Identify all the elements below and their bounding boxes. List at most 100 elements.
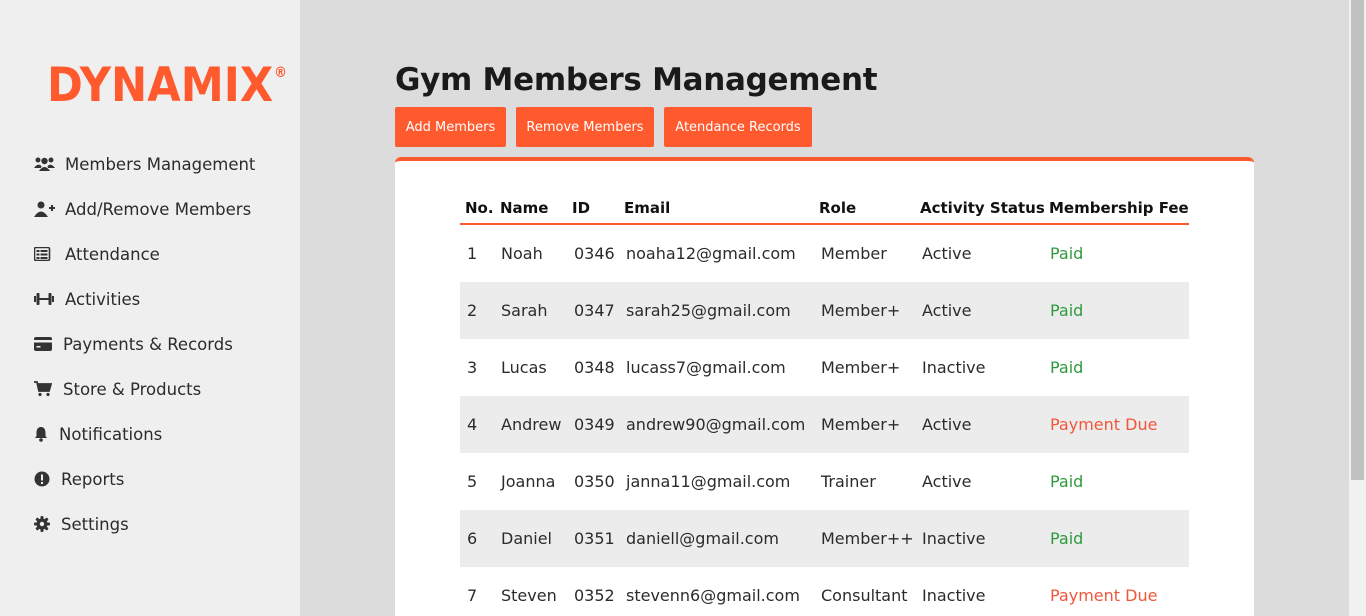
sidebar-item-activities[interactable]: Activities (34, 287, 140, 311)
cell-role: Member++ (821, 529, 914, 548)
header-role: Role (819, 199, 857, 217)
cell-fee: Paid (1050, 244, 1084, 263)
credit-card-icon (34, 335, 54, 353)
cell-no: 6 (467, 529, 478, 548)
members-table-card: No. Name ID Email Role Activity Status M… (395, 157, 1254, 616)
bell-icon (34, 425, 50, 443)
sidebar-item-label: Settings (61, 514, 129, 534)
cell-email: daniell@gmail.com (626, 529, 779, 548)
cell-name: Sarah (501, 301, 548, 320)
header-activity-status: Activity Status (920, 199, 1045, 217)
cell-role: Consultant (821, 586, 908, 605)
cell-no: 3 (467, 358, 478, 377)
cell-email: sarah25@gmail.com (626, 301, 791, 320)
sidebar-item-store-products[interactable]: Store & Products (34, 377, 201, 401)
attendance-records-button[interactable]: Atendance Records (664, 107, 812, 147)
dumbbell-icon (34, 290, 56, 308)
cell-role: Member+ (821, 358, 901, 377)
cell-fee: Paid (1050, 529, 1084, 548)
user-plus-icon (34, 200, 56, 218)
sidebar-item-settings[interactable]: Settings (34, 512, 129, 536)
scrollbar-thumb[interactable] (1351, 0, 1364, 480)
add-members-button[interactable]: Add Members (395, 107, 506, 147)
sidebar-item-label: Payments & Records (63, 334, 233, 354)
sidebar-item-payments-records[interactable]: Payments & Records (34, 332, 233, 356)
table-list-icon (34, 245, 56, 263)
cell-role: Member+ (821, 301, 901, 320)
sidebar-item-notifications[interactable]: Notifications (34, 422, 162, 446)
cell-id: 0346 (574, 244, 615, 263)
cell-no: 4 (467, 415, 478, 434)
header-name: Name (500, 199, 549, 217)
vertical-scrollbar[interactable] (1349, 0, 1366, 616)
sidebar-item-add-remove-members[interactable]: Add/Remove Members (34, 197, 251, 221)
sidebar-item-label: Attendance (65, 244, 160, 264)
cell-name: Joanna (501, 472, 556, 491)
cell-id: 0351 (574, 529, 615, 548)
header-email: Email (624, 199, 671, 217)
cell-id: 0352 (574, 586, 615, 605)
cell-id: 0347 (574, 301, 615, 320)
cell-fee: Payment Due (1050, 586, 1158, 605)
cell-role: Trainer (821, 472, 876, 491)
sidebar-item-label: Members Management (65, 154, 256, 174)
users-icon (34, 155, 56, 173)
cell-fee: Paid (1050, 301, 1084, 320)
cell-status: Inactive (922, 358, 986, 377)
cell-status: Active (922, 301, 972, 320)
table-row: 5 Joanna 0350 janna11@gmail.com Trainer Activ… (460, 453, 1189, 510)
registered-mark: ® (274, 65, 287, 81)
cell-name: Steven (501, 586, 557, 605)
cell-email: stevenn6@gmail.com (626, 586, 800, 605)
cell-status: Active (922, 472, 972, 491)
cell-id: 0349 (574, 415, 615, 434)
table-row: 4 Andrew 0349 andrew90@gmail.com Member+ Acti… (460, 396, 1189, 453)
table-row: 6 Daniel 0351 daniell@gmail.com Member++ Inac… (460, 510, 1189, 567)
table-row: 1 Noah 0346 noaha12@gmail.com Member Active Pa… (460, 225, 1189, 282)
header-id: ID (572, 199, 591, 217)
sidebar-item-members-management[interactable]: Members Management (34, 152, 255, 176)
cell-name: Andrew (501, 415, 562, 434)
cell-no: 5 (467, 472, 478, 491)
cell-no: 1 (467, 244, 478, 263)
sidebar-item-label: Notifications (59, 424, 163, 444)
cell-name: Daniel (501, 529, 552, 548)
header-no: No. (465, 199, 494, 217)
sidebar-item-label: Reports (61, 469, 125, 489)
sidebar-item-reports[interactable]: Reports (34, 467, 124, 491)
sidebar-item-label: Store & Products (63, 379, 202, 399)
header-membership-fee: Membership Fee (1049, 199, 1189, 217)
table-body: 1 Noah 0346 noaha12@gmail.com Member Active Pa… (460, 225, 1189, 616)
cell-id: 0348 (574, 358, 615, 377)
cart-icon (34, 380, 54, 398)
cell-role: Member (821, 244, 887, 263)
remove-members-button[interactable]: Remove Members (516, 107, 654, 147)
exclamation-circle-icon (34, 470, 52, 488)
cell-role: Member+ (821, 415, 901, 434)
cell-status: Active (922, 244, 972, 263)
cell-fee: Paid (1050, 358, 1084, 377)
cell-no: 7 (467, 586, 478, 605)
sidebar-item-attendance[interactable]: Attendance (34, 242, 160, 266)
members-table: No. Name ID Email Role Activity Status M… (460, 195, 1189, 616)
table-row: 3 Lucas 0348 lucass7@gmail.com Member+ Inacti… (460, 339, 1189, 396)
page-title: Gym Members Management (395, 62, 878, 98)
cell-email: andrew90@gmail.com (626, 415, 806, 434)
cell-status: Inactive (922, 586, 986, 605)
cell-fee: Payment Due (1050, 415, 1158, 434)
sidebar-item-label: Add/Remove Members (65, 199, 252, 219)
table-row: 2 Sarah 0347 sarah25@gmail.com Member+ Active… (460, 282, 1189, 339)
cell-id: 0350 (574, 472, 615, 491)
brand-logo[interactable]: DYNAMIX® (47, 62, 287, 109)
gear-icon (34, 515, 52, 533)
cell-status: Inactive (922, 529, 986, 548)
cell-email: janna11@gmail.com (626, 472, 791, 491)
cell-fee: Paid (1050, 472, 1084, 491)
sidebar-item-label: Activities (65, 289, 141, 309)
table-row: 7 Steven 0352 stevenn6@gmail.com Consultant I… (460, 567, 1189, 616)
cell-status: Active (922, 415, 972, 434)
cell-email: lucass7@gmail.com (626, 358, 786, 377)
table-header: No. Name ID Email Role Activity Status M… (460, 195, 1189, 225)
sidebar: DYNAMIX® Members Management Add/Remove M… (0, 0, 300, 616)
cell-no: 2 (467, 301, 478, 320)
